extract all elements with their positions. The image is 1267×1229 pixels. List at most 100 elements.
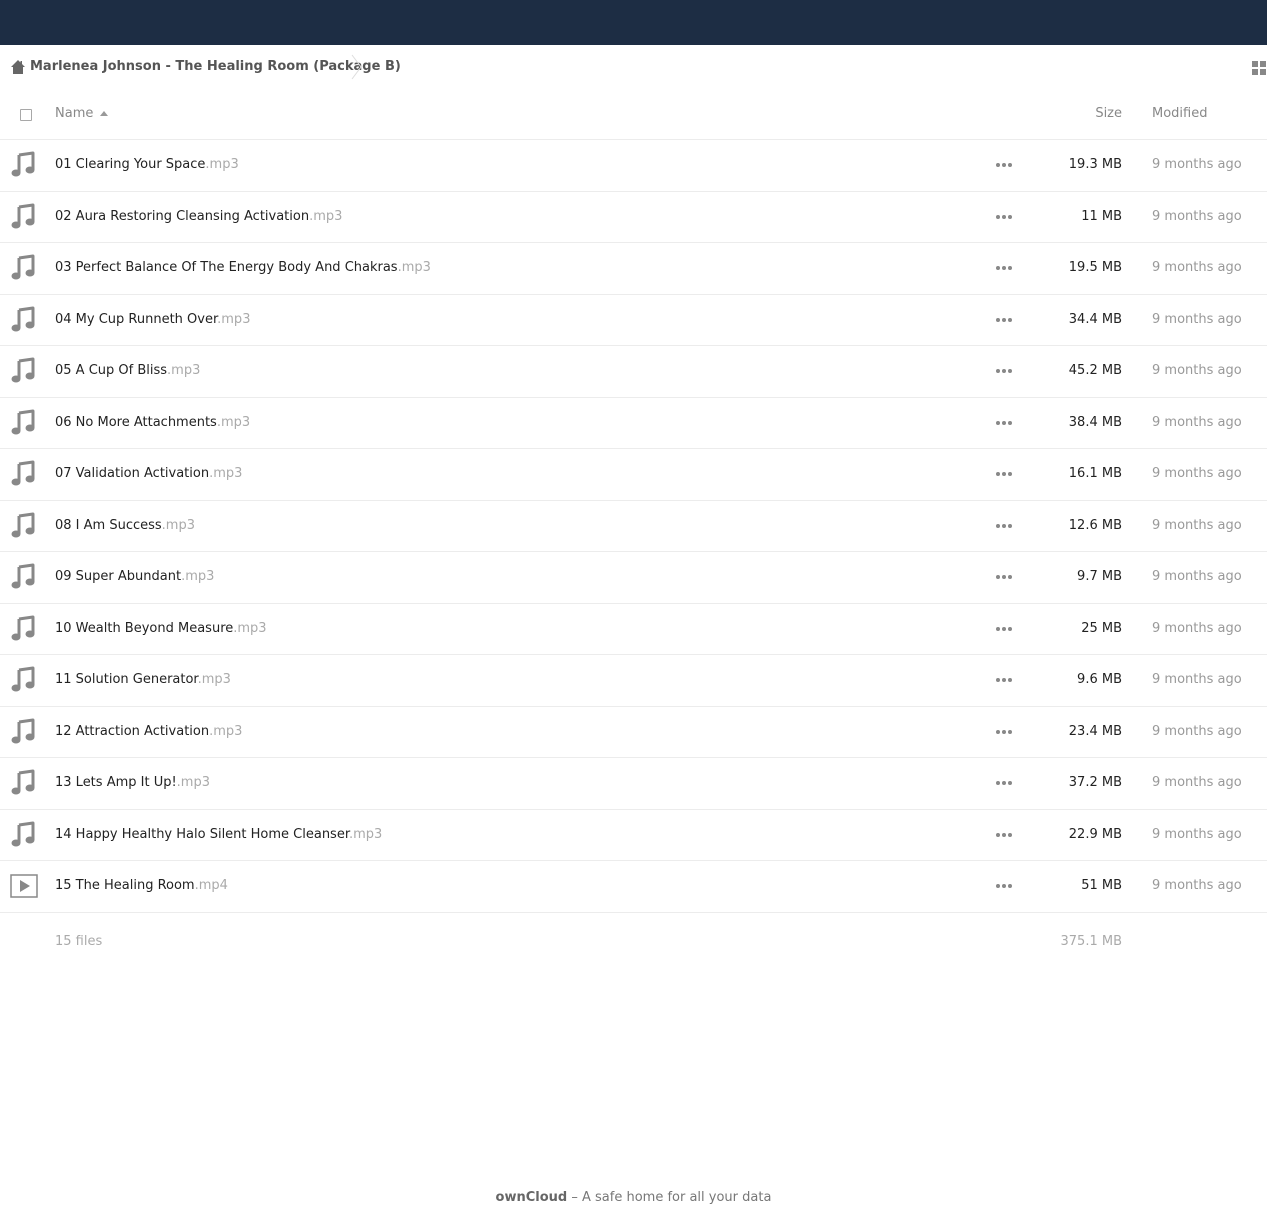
footer-brand[interactable]: ownCloud [496,1190,568,1205]
file-extension: .mp3 [205,157,239,172]
grid-view-icon[interactable] [1252,61,1267,76]
file-name[interactable]: 11 Solution Generator.mp3 [55,672,231,688]
audio-file-icon[interactable] [10,718,38,746]
file-extension: .mp3 [209,466,243,481]
more-actions-icon[interactable] [996,832,1014,839]
file-size: 25 MB [1081,620,1122,636]
file-size: 38.4 MB [1068,414,1122,430]
file-extension: .mp3 [348,826,383,842]
audio-file-icon[interactable] [10,615,38,643]
file-extension: .mp3 [167,363,201,378]
column-header-modified[interactable]: Modified [1152,106,1207,122]
audio-file-icon[interactable] [10,512,38,540]
more-actions-icon[interactable] [996,266,1014,272]
breadcrumb-folder[interactable]: Marlenea Johnson - The Healing Room (Pac… [30,59,401,75]
audio-file-icon[interactable] [10,254,38,282]
file-size: 16.1 MB [1068,466,1122,481]
more-actions-icon[interactable] [996,575,1014,581]
table-row[interactable]: 15 The Healing Room.mp4 51 MB 9 months ago [0,861,1267,913]
file-size: 9.6 MB [1077,672,1122,687]
file-size: 19.5 MB [1068,260,1122,275]
file-size: 34.4 MB [1068,311,1122,327]
file-name[interactable]: 14 Happy Healthy Halo Silent Home Cleans… [55,827,382,843]
table-row[interactable]: 06 No More Attachments.mp3 38.4 MB 9 month… [0,398,1267,449]
file-size: 37.2 MB [1068,775,1122,790]
table-row[interactable]: 01 Clearing Your Space.mp3 19.3 MB 9 month… [0,140,1267,192]
controls-bar: Marlenea Johnson - The Healing Room (Pac… [0,45,1267,89]
file-extension: .mp3 [233,620,267,636]
file-name[interactable]: 10 Wealth Beyond Measure.mp3 [55,621,267,637]
table-row[interactable]: 02 Aura Restoring Cleansing Activation.m… [0,192,1267,243]
audio-file-icon[interactable] [10,821,38,849]
audio-file-icon[interactable] [10,409,38,437]
top-header-bar [0,0,1267,45]
file-list-header: Name Size Modified [0,89,1267,140]
more-actions-icon[interactable] [996,626,1014,633]
file-extension: .mp3 [176,775,210,790]
audio-file-icon[interactable] [10,203,38,231]
column-header-size[interactable]: Size [1095,106,1122,122]
file-modified: 9 months ago [1152,826,1242,842]
file-name[interactable]: 03 Perfect Balance Of The Energy Body An… [55,260,431,276]
file-extension: .mp3 [161,517,195,533]
sort-ascending-icon[interactable] [100,111,108,116]
audio-file-icon[interactable] [10,460,38,488]
more-actions-icon[interactable] [996,781,1014,787]
more-actions-icon[interactable] [996,420,1014,427]
more-actions-icon[interactable] [996,369,1014,375]
video-file-icon[interactable] [10,872,38,900]
file-basename: 12 Attraction Activation [55,723,210,739]
file-name[interactable]: 06 No More Attachments.mp3 [55,415,250,431]
file-name[interactable]: 08 I Am Success.mp3 [55,518,195,534]
file-basename: 05 A Cup Of Bliss [55,363,168,378]
file-basename: 07 Validation Activation [55,466,210,481]
table-row[interactable]: 11 Solution Generator.mp3 9.6 MB 9 months … [0,655,1267,707]
audio-file-icon[interactable] [10,769,38,797]
table-row[interactable]: 12 Attraction Activation.mp3 23.4 MB 9 mon… [0,707,1267,758]
more-actions-icon[interactable] [996,163,1014,169]
file-name[interactable]: 13 Lets Amp It Up!.mp3 [55,775,210,791]
file-extension: .mp3 [197,672,231,687]
audio-file-icon[interactable] [10,666,38,694]
file-extension: .mp3 [309,208,343,224]
file-name[interactable]: 07 Validation Activation.mp3 [55,466,242,482]
home-icon[interactable] [10,59,26,75]
audio-file-icon[interactable] [10,151,38,179]
file-name[interactable]: 05 A Cup Of Bliss.mp3 [55,363,200,379]
file-name[interactable]: 12 Attraction Activation.mp3 [55,724,242,740]
file-name[interactable]: 09 Super Abundant.mp3 [55,569,214,585]
table-row[interactable]: 04 My Cup Runneth Over.mp3 34.4 MB 9 month… [0,295,1267,346]
file-size: 51 MB [1081,878,1122,893]
audio-file-icon[interactable] [10,357,38,385]
table-row[interactable]: 07 Validation Activation.mp3 16.1 MB 9 mon… [0,449,1267,501]
table-row[interactable]: 10 Wealth Beyond Measure.mp3 25 MB 9 month… [0,604,1267,655]
more-actions-icon[interactable] [996,729,1014,736]
file-name[interactable]: 02 Aura Restoring Cleansing Activation.m… [55,209,342,225]
file-size: 19.3 MB [1068,157,1122,172]
file-name[interactable]: 04 My Cup Runneth Over.mp3 [55,312,250,328]
more-actions-icon[interactable] [996,472,1014,478]
audio-file-icon[interactable] [10,563,38,591]
more-actions-icon[interactable] [996,678,1014,684]
table-row[interactable]: 08 I Am Success.mp3 12.6 MB 9 months ago [0,501,1267,552]
file-name[interactable]: 15 The Healing Room.mp4 [55,878,228,894]
file-basename: 08 I Am Success [55,517,162,533]
column-header-name[interactable]: Name [55,106,93,122]
file-modified: 9 months ago [1152,208,1242,224]
file-modified: 9 months ago [1152,260,1242,275]
file-name[interactable]: 01 Clearing Your Space.mp3 [55,157,239,173]
audio-file-icon[interactable] [10,306,38,334]
table-row[interactable]: 09 Super Abundant.mp3 9.7 MB 9 months ago [0,552,1267,604]
table-row[interactable]: 03 Perfect Balance Of The Energy Body An… [0,243,1267,295]
table-row[interactable]: 05 A Cup Of Bliss.mp3 45.2 MB 9 months ago [0,346,1267,398]
footer-tagline: – A safe home for all your data [567,1190,772,1205]
table-row[interactable]: 13 Lets Amp It Up!.mp3 37.2 MB 9 months ag… [0,758,1267,810]
select-all-checkbox[interactable] [20,109,32,121]
more-actions-icon[interactable] [996,523,1014,530]
table-row[interactable]: 14 Happy Healthy Halo Silent Home Cleans… [0,810,1267,861]
more-actions-icon[interactable] [996,214,1014,221]
more-actions-icon[interactable] [996,884,1014,890]
more-actions-icon[interactable] [996,317,1014,324]
file-modified: 9 months ago [1152,363,1242,378]
file-basename: 15 The Healing Room [55,878,195,893]
